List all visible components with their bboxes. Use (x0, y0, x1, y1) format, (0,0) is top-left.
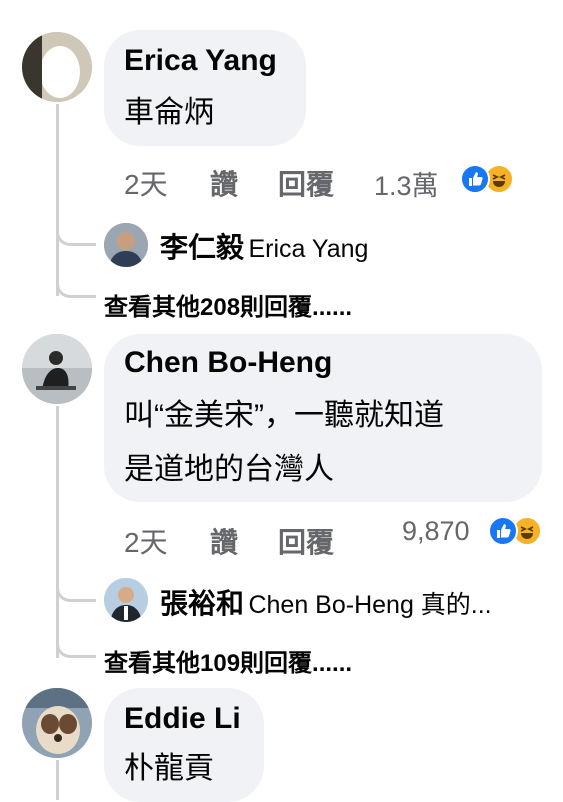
comment-text: 朴龍貢 (124, 752, 214, 785)
reaction-count[interactable]: 9,870 (402, 516, 470, 547)
thread-line (56, 406, 59, 658)
reply-preview[interactable]: 張裕和 Chen Bo-Heng 真的... (160, 582, 492, 622)
like-icon (488, 516, 518, 546)
view-more-replies[interactable]: 查看其他208則回覆...... (104, 287, 352, 322)
comment-time[interactable]: 2天 (124, 163, 168, 203)
profile-photo (22, 688, 92, 758)
view-more-replies[interactable]: 查看其他109則回覆...... (104, 643, 352, 678)
like-icon (460, 164, 490, 194)
profile-photo (104, 578, 148, 622)
avatar[interactable] (22, 32, 92, 102)
reply-connector (56, 562, 96, 602)
comment-author[interactable]: Chen Bo-Heng (124, 346, 332, 380)
reply-button[interactable]: 回覆 (278, 163, 334, 203)
like-button[interactable]: 讚 (210, 163, 238, 203)
reply-text: Erica Yang (248, 235, 369, 263)
reply-text: Chen Bo-Heng 真的... (248, 591, 492, 619)
reply-avatar[interactable] (104, 223, 148, 267)
comment-text: 叫“金美宋”，一聽就知道 (124, 399, 444, 432)
reaction-count[interactable]: 1.3萬 (374, 164, 439, 203)
thread-line (56, 760, 59, 800)
comment-author[interactable]: Eddie Li (124, 702, 241, 736)
profile-photo (22, 32, 92, 102)
avatar[interactable] (22, 688, 92, 758)
reply-connector (56, 268, 96, 298)
comment-time[interactable]: 2天 (124, 521, 168, 561)
comment-text: 是道地的台灣人 (124, 453, 334, 486)
reply-preview[interactable]: 李仁毅 Erica Yang (160, 226, 368, 266)
profile-photo (22, 334, 92, 404)
reply-author[interactable]: 李仁毅 (160, 232, 244, 263)
avatar[interactable] (22, 334, 92, 404)
reply-button[interactable]: 回覆 (278, 521, 334, 561)
profile-photo (104, 223, 148, 267)
reply-author[interactable]: 張裕和 (160, 588, 244, 619)
reply-avatar[interactable] (104, 578, 148, 622)
comment-author[interactable]: Erica Yang (124, 44, 277, 78)
comment-text: 車侖炳 (124, 96, 214, 129)
like-button[interactable]: 讚 (210, 521, 238, 561)
reply-connector (56, 626, 96, 658)
reply-connector (56, 206, 96, 246)
